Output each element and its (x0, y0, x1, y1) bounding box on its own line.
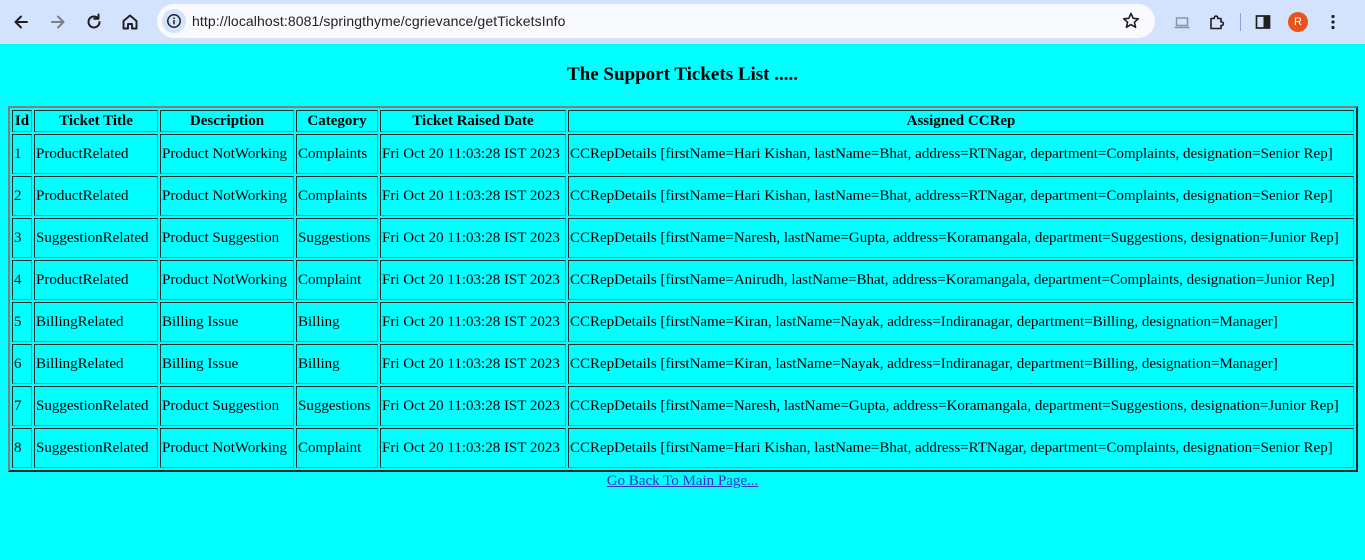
toolbar-actions: R (1168, 0, 1354, 44)
arrow-left-icon (14, 15, 28, 29)
header-description: Description (160, 110, 294, 132)
table-row: 3 SuggestionRelated Product Suggestion S… (12, 218, 1354, 258)
header-id: Id (12, 110, 32, 132)
cell-id: 7 (12, 386, 32, 426)
cell-ticket-title: SuggestionRelated (34, 428, 158, 468)
cell-raised-date: Fri Oct 20 11:03:28 IST 2023 (380, 218, 566, 258)
arrow-right-icon (51, 15, 65, 29)
cell-description: Product NotWorking (160, 134, 294, 174)
home-icon (122, 14, 138, 30)
reload-button[interactable] (78, 6, 110, 38)
cell-raised-date: Fri Oct 20 11:03:28 IST 2023 (380, 344, 566, 384)
puzzle-icon (1210, 15, 1225, 30)
cell-raised-date: Fri Oct 20 11:03:28 IST 2023 (380, 260, 566, 300)
table-row: 1 ProductRelated Product NotWorking Comp… (12, 134, 1354, 174)
table-row: 4 ProductRelated Product NotWorking Comp… (12, 260, 1354, 300)
site-info-button[interactable] (162, 9, 186, 33)
table-header-row: Id Ticket Title Description Category Tic… (12, 110, 1354, 132)
cell-id: 4 (12, 260, 32, 300)
cell-assigned-ccrep: CCRepDetails [firstName=Hari Kishan, las… (568, 176, 1354, 216)
cell-assigned-ccrep: CCRepDetails [firstName=Kiran, lastName=… (568, 344, 1354, 384)
page-title: The Support Tickets List ..... (566, 64, 799, 85)
cell-ticket-title: ProductRelated (34, 134, 158, 174)
table-row: 7 SuggestionRelated Product Suggestion S… (12, 386, 1354, 426)
extensions-button[interactable] (1203, 8, 1231, 36)
cell-id: 2 (12, 176, 32, 216)
cell-category: Complaint (296, 260, 378, 300)
laptop-icon (1174, 17, 1190, 29)
cell-category: Suggestions (296, 386, 378, 426)
cell-ticket-title: BillingRelated (34, 302, 158, 342)
cell-description: Product Suggestion (160, 386, 294, 426)
cell-raised-date: Fri Oct 20 11:03:28 IST 2023 (380, 176, 566, 216)
info-icon (167, 14, 181, 28)
table-row: 5 BillingRelated Billing Issue Billing F… (12, 302, 1354, 342)
cell-ticket-title: BillingRelated (34, 344, 158, 384)
url-text[interactable]: http://localhost:8081/springthyme/cgriev… (192, 13, 565, 29)
cell-raised-date: Fri Oct 20 11:03:28 IST 2023 (380, 302, 566, 342)
menu-button[interactable] (1319, 8, 1347, 36)
table-row: 8 SuggestionRelated Product NotWorking C… (12, 428, 1354, 468)
cell-category: Billing (296, 344, 378, 384)
cell-description: Billing Issue (160, 344, 294, 384)
cell-id: 5 (12, 302, 32, 342)
kebab-menu-icon (1331, 14, 1335, 30)
header-assigned-ccrep: Assigned CCRep (568, 110, 1354, 132)
address-bar[interactable]: http://localhost:8081/springthyme/cgriev… (157, 4, 1155, 38)
header-ticket-title: Ticket Title (34, 110, 158, 132)
cell-description: Product NotWorking (160, 176, 294, 216)
cell-description: Billing Issue (160, 302, 294, 342)
toolbar-separator (1240, 13, 1241, 31)
cell-assigned-ccrep: CCRepDetails [firstName=Naresh, lastName… (568, 386, 1354, 426)
table-row: 2 ProductRelated Product NotWorking Comp… (12, 176, 1354, 216)
cell-assigned-ccrep: CCRepDetails [firstName=Hari Kishan, las… (568, 134, 1354, 174)
cell-category: Complaint (296, 428, 378, 468)
avatar: R (1288, 12, 1308, 32)
table-row: 6 BillingRelated Billing Issue Billing F… (12, 344, 1354, 384)
cast-button[interactable] (1168, 8, 1196, 36)
star-icon[interactable] (1121, 11, 1141, 31)
cell-assigned-ccrep: CCRepDetails [firstName=Hari Kishan, las… (568, 428, 1354, 468)
cell-raised-date: Fri Oct 20 11:03:28 IST 2023 (380, 428, 566, 468)
header-ticket-raised-date: Ticket Raised Date (380, 110, 566, 132)
cell-assigned-ccrep: CCRepDetails [firstName=Anirudh, lastNam… (568, 260, 1354, 300)
cell-id: 3 (12, 218, 32, 258)
back-to-main-link[interactable]: Go Back To Main Page... (0, 473, 1365, 490)
tickets-table: Id Ticket Title Description Category Tic… (8, 106, 1358, 472)
cell-description: Product NotWorking (160, 260, 294, 300)
cell-id: 6 (12, 344, 32, 384)
cell-assigned-ccrep: CCRepDetails [firstName=Naresh, lastName… (568, 218, 1354, 258)
cell-ticket-title: ProductRelated (34, 176, 158, 216)
page-content: The Support Tickets List ..... Id Ticket… (0, 64, 1365, 490)
home-button[interactable] (114, 6, 146, 38)
cell-ticket-title: SuggestionRelated (34, 386, 158, 426)
side-panel-button[interactable] (1249, 8, 1277, 36)
cell-id: 1 (12, 134, 32, 174)
side-panel-icon (1255, 15, 1271, 29)
cell-id: 8 (12, 428, 32, 468)
cell-ticket-title: SuggestionRelated (34, 218, 158, 258)
cell-category: Complaints (296, 176, 378, 216)
cell-description: Product Suggestion (160, 218, 294, 258)
back-button[interactable] (5, 6, 37, 38)
header-category: Category (296, 110, 378, 132)
cell-raised-date: Fri Oct 20 11:03:28 IST 2023 (380, 386, 566, 426)
browser-toolbar: http://localhost:8081/springthyme/cgriev… (0, 0, 1365, 44)
cell-category: Complaints (296, 134, 378, 174)
reload-icon (87, 13, 101, 29)
cell-raised-date: Fri Oct 20 11:03:28 IST 2023 (380, 134, 566, 174)
cell-category: Suggestions (296, 218, 378, 258)
cell-category: Billing (296, 302, 378, 342)
profile-button[interactable]: R (1284, 8, 1312, 36)
cell-ticket-title: ProductRelated (34, 260, 158, 300)
forward-button[interactable] (42, 6, 74, 38)
cell-description: Product NotWorking (160, 428, 294, 468)
cell-assigned-ccrep: CCRepDetails [firstName=Kiran, lastName=… (568, 302, 1354, 342)
